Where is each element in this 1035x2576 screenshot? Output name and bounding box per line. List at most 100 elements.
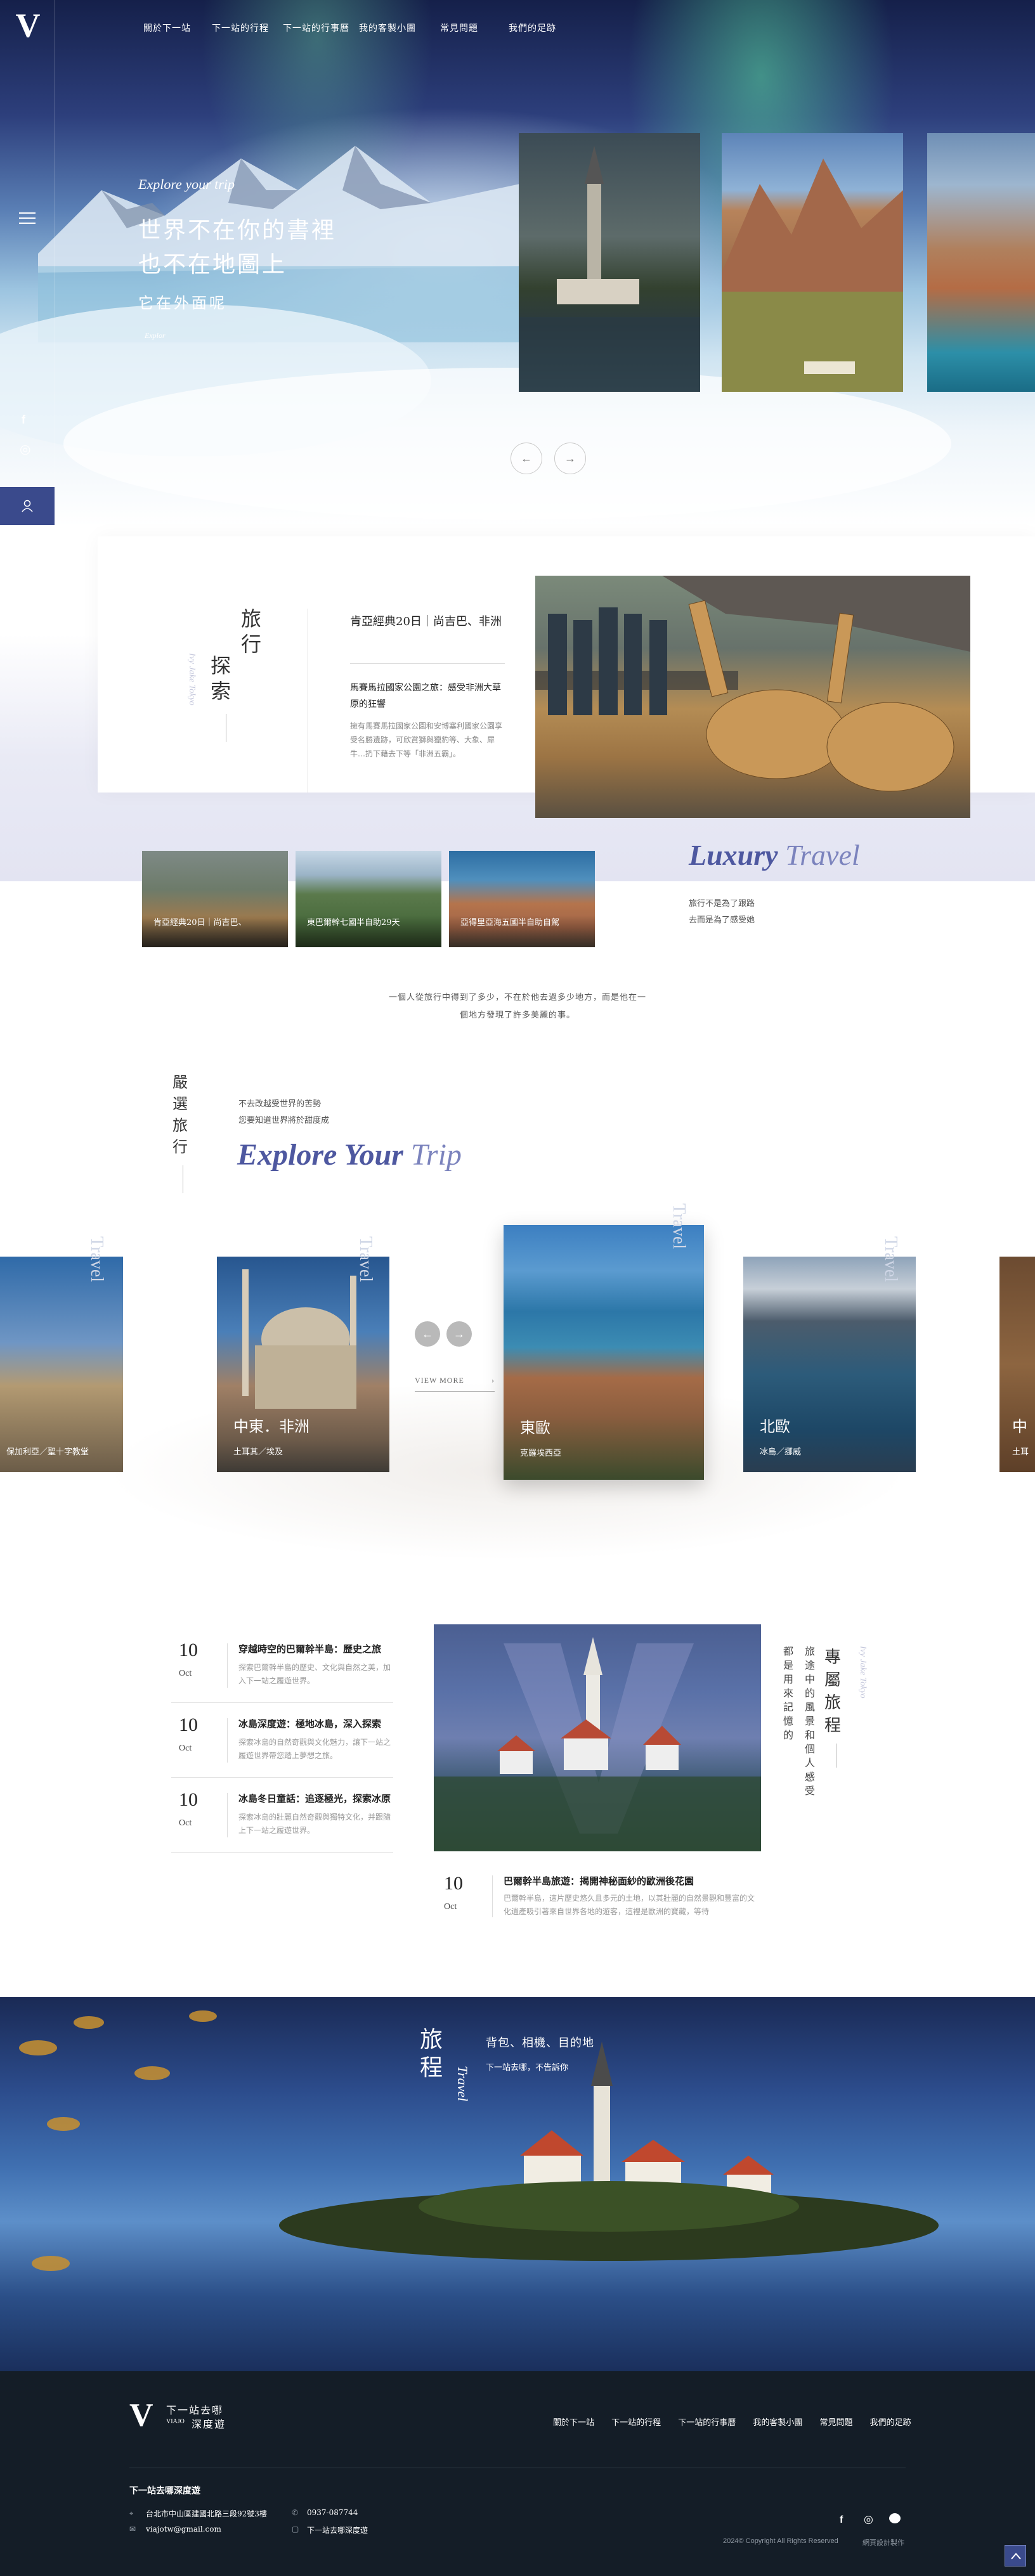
thumb-card-1[interactable]: 肯亞經典20日｜尚吉巴、 xyxy=(142,851,288,947)
feature-month: Oct xyxy=(444,1902,457,1912)
church-lake-art xyxy=(519,146,700,392)
news-divider-2 xyxy=(227,1718,228,1763)
view-more-rule xyxy=(415,1391,495,1392)
special-title-char-3: 旅 xyxy=(824,1693,842,1712)
explore-featured-sub: 馬賽馬拉國家公園之旅：感受非洲大草原的狂響 xyxy=(350,683,501,709)
special-title-char-2: 屬 xyxy=(824,1671,842,1690)
quote-line1: 一個人從旅行中得到了多少，不在於他去過多少地方，而是他在一 xyxy=(388,993,646,1002)
chevron-up-icon xyxy=(1011,2553,1021,2560)
footer-brand-name: 下一站去哪 xyxy=(166,2404,224,2416)
footer-nav-custom-tour[interactable]: 我的客製小團 xyxy=(753,2418,802,2428)
trip-card-partial[interactable]: 中土耳 xyxy=(999,1257,1035,1472)
thumb-label-2: 東巴爾幹七國半自助29天 xyxy=(307,918,400,928)
footer-line-app-icon[interactable] xyxy=(889,2513,901,2523)
logo[interactable]: V xyxy=(9,8,47,43)
trip-card-bulgaria[interactable]: 保加利亞／聖十字教堂 xyxy=(0,1257,123,1472)
trip-card-northern-europe[interactable]: 北歐冰島／挪威 xyxy=(743,1257,916,1472)
banner-line2: 下一站去哪，不告訴你 xyxy=(486,2063,569,2073)
banner-title-char-1: 旅 xyxy=(420,2027,443,2053)
trips-prev-button[interactable]: ← xyxy=(415,1321,440,1347)
lake-bled-church-art xyxy=(434,1637,761,1851)
footer-facebook-icon[interactable]: f xyxy=(840,2515,843,2526)
thumb-card-3[interactable]: 亞得里亞海五國半自助自駕 xyxy=(449,851,595,947)
thumb-card-2[interactable]: 東巴爾幹七國半自助29天 xyxy=(296,851,441,947)
trip-card-northern-europe-sub: 冰島／挪威 xyxy=(760,1447,802,1457)
explore-title-char-2: 行 xyxy=(241,632,262,656)
nav-custom-tour[interactable]: 我的客製小團 xyxy=(359,22,416,34)
footer-credit[interactable]: 網頁設計製作 xyxy=(862,2537,904,2547)
trip-tag-3: Travel xyxy=(669,1203,689,1250)
view-more-link[interactable]: VIEW MORE › xyxy=(415,1376,495,1385)
news-title-2: 冰島深度遊：極地冰島，深入探索 xyxy=(238,1718,382,1730)
trip-card-northern-europe-title: 北歐 xyxy=(760,1418,790,1435)
news-desc-1: 探索巴爾幹半島的歷史、文化與自然之美，加入下一站之履遊世界。 xyxy=(238,1663,391,1685)
news-month-1: Oct xyxy=(179,1669,192,1678)
hero-card-church-lake[interactable] xyxy=(519,133,700,392)
news-item-3[interactable]: 10 Oct 冰島冬日童話：追逐極光，探索冰原 探索冰島的壯麗自然奇觀與獨特文化… xyxy=(171,1778,393,1853)
explore-featured-image[interactable] xyxy=(535,576,970,818)
banner-title-en: Travel xyxy=(455,2066,471,2102)
footer-nav-trips[interactable]: 下一站的行程 xyxy=(611,2418,661,2428)
news-title-1: 穿越時空的巴爾幹半島：歷史之旅 xyxy=(238,1643,382,1655)
trip-card-middle-east[interactable]: 中東．非洲 土耳其／埃及 xyxy=(217,1257,389,1472)
footer-email[interactable]: viajotw@gmail.com xyxy=(146,2525,221,2534)
news-day-3: 10 xyxy=(179,1789,198,1810)
explore-divider xyxy=(307,609,308,793)
selected-title-char-4: 行 xyxy=(172,1138,188,1156)
selected-line1: 不去改越受世界的苦勢 xyxy=(238,1099,322,1109)
trip-tag-4: Travel xyxy=(881,1236,901,1283)
hero-prev-button[interactable]: ← xyxy=(511,443,542,474)
footer-brand-sub: 深度遊 xyxy=(192,2418,226,2430)
hero-kicker: Explore your trip xyxy=(138,176,235,192)
hero-card-dolomites[interactable] xyxy=(722,133,903,392)
menu-icon[interactable] xyxy=(19,212,36,225)
news-month-2: Oct xyxy=(179,1744,192,1753)
news-item-2[interactable]: 10 Oct 冰島深度遊：極地冰島，深入探索 探索冰島的自然奇觀與文化魅力，讓下… xyxy=(171,1703,393,1778)
explore-featured-title[interactable]: 肯亞經典20日｜尚吉巴、非洲 xyxy=(350,611,511,633)
explore-title-char-1: 旅 xyxy=(241,607,262,631)
hero-explore-link[interactable]: Explor xyxy=(145,331,166,340)
news-day-1: 10 xyxy=(179,1640,198,1660)
footer-nav-faq[interactable]: 常見問題 xyxy=(819,2418,852,2428)
trip-card-eastern-europe[interactable]: 東歐 克羅埃西亞 xyxy=(504,1225,704,1480)
selected-heading-a: Explore Your xyxy=(237,1138,403,1172)
nav-faq[interactable]: 常見問題 xyxy=(440,22,478,34)
nav-trips[interactable]: 下一站的行程 xyxy=(212,22,269,34)
lake-island-art xyxy=(19,2010,939,2271)
footer: V 下一站去哪 VIAJO 深度遊 關於下一站 下一站的行程 下一站的行事曆 我… xyxy=(0,2371,1035,2576)
footer-phone[interactable]: 0937-087744 xyxy=(307,2508,358,2517)
selected-title-cn: 嚴選旅行 xyxy=(172,1071,198,1158)
trip-card-eastern-europe-title: 東歐 xyxy=(520,1419,550,1437)
footer-logo[interactable]: V xyxy=(129,2398,153,2433)
news-item-1[interactable]: 10 Oct 穿越時空的巴爾幹半島：歷史之旅 探索巴爾幹半島的歷史、文化與自然之… xyxy=(171,1628,393,1703)
hero-title-line2: 也不在地圖上 xyxy=(138,252,287,278)
instagram-icon[interactable]: ◎ xyxy=(20,441,30,457)
news-day-2: 10 xyxy=(179,1714,198,1735)
nav-footprint[interactable]: 我們的足跡 xyxy=(509,22,556,34)
trip-card-middle-east-title: 中東．非洲 xyxy=(233,1418,309,1435)
footer-nav-calendar[interactable]: 下一站的行事曆 xyxy=(678,2418,736,2428)
footer-instagram-icon[interactable]: ◎ xyxy=(864,2513,873,2526)
footer-nav-footprint[interactable]: 我們的足跡 xyxy=(870,2418,911,2428)
footer-copyright: 2024© Copyright All Rights Reserved xyxy=(723,2537,838,2545)
news-divider-1 xyxy=(227,1643,228,1688)
member-button[interactable] xyxy=(0,487,55,525)
footer-line-id[interactable]: 下一站去哪深度遊 xyxy=(307,2525,368,2535)
footer-nav: 關於下一站 下一站的行程 下一站的行事曆 我的客製小團 常見問題 我們的足跡 xyxy=(539,2416,911,2428)
feature-desc: 巴爾幹半島，這片歷史悠久且多元的土地，以其壯麗的自然景觀和豐富的文化遺產吸引著來… xyxy=(504,1894,755,1916)
nav-calendar[interactable]: 下一站的行事曆 xyxy=(283,22,349,34)
back-to-top-button[interactable] xyxy=(1005,2545,1026,2566)
trips-next-button[interactable]: → xyxy=(446,1321,472,1347)
news-desc-2: 探索冰島的自然奇觀與文化魅力，讓下一站之履遊世界帶您踏上夢想之旅。 xyxy=(238,1738,391,1760)
special-feature-image[interactable] xyxy=(434,1624,761,1851)
special-title-char-4: 程 xyxy=(824,1716,842,1735)
hero-next-button[interactable]: → xyxy=(554,443,586,474)
facebook-icon[interactable]: f xyxy=(22,413,25,427)
feature-article[interactable]: 10 Oct 巴爾幹半島旅遊：揭開神秘面紗的歐洲後花園 巴爾幹半島，這片歷史悠久… xyxy=(434,1868,761,1919)
footer-nav-about[interactable]: 關於下一站 xyxy=(553,2418,594,2428)
feature-day: 10 xyxy=(444,1873,463,1894)
news-month-3: Oct xyxy=(179,1818,192,1828)
nav-about[interactable]: 關於下一站 xyxy=(143,22,191,34)
hero-card-dubrovnik[interactable] xyxy=(927,133,1035,392)
banner-line1: 背包、相機、目的地 xyxy=(486,2036,594,2050)
